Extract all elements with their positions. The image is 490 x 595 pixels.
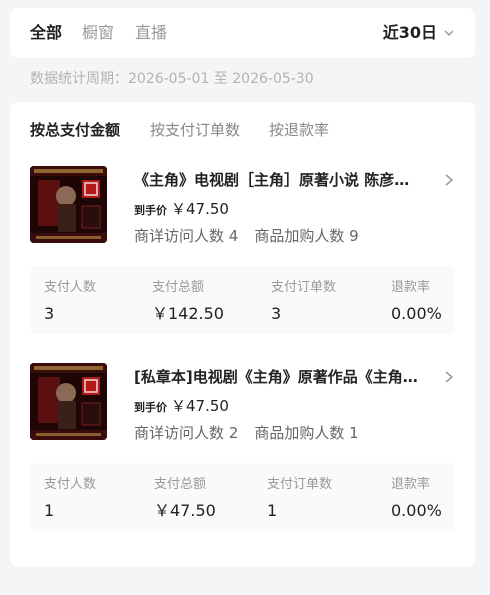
metric-orders: 支付订单数 3 [271, 280, 336, 324]
product-metrics: 支付人数 1 支付总额 ￥47.50 支付订单数 1 退款率 0.00% [30, 463, 455, 531]
metric-label: 支付人数 [44, 477, 97, 492]
metric-payers: 支付人数 1 [44, 477, 96, 521]
metric-refund-rate: 退款率 0.00% [391, 477, 442, 521]
price-value: ￥47.50 [171, 200, 229, 218]
metric-value: 1 [44, 501, 55, 520]
price-row: 到手价 ￥47.50 [134, 396, 229, 418]
detail-visits: 商详访问人数 4 [134, 227, 239, 245]
price-value: ￥47.50 [171, 397, 229, 415]
metric-value: 1 [267, 501, 278, 520]
product-item[interactable]: 《主角》电视剧［主角］原著小说 陈彦著 茅盾文学奖 到手价 ￥47.50 商详访… [30, 166, 455, 346]
product-ranking-card: 按总支付金额 按支付订单数 按退款率 《主角》电视剧［主角］原著小说 陈彦著 茅… [10, 102, 475, 567]
metric-value: 0.00% [391, 304, 442, 323]
metric-value: ￥142.50 [152, 304, 224, 323]
channel-filter-bar: 全部 橱窗 直播 近30日 [10, 8, 475, 58]
price-label: 到手价 [134, 204, 167, 217]
detail-visits: 商详访问人数 2 [134, 424, 239, 442]
visit-stats: 商详访问人数 2 商品加购人数 1 [134, 423, 359, 443]
tab-showcase[interactable]: 橱窗 [82, 23, 114, 43]
metric-label: 支付人数 [44, 280, 97, 295]
stat-period-text: 数据统计周期：2026-05-01 至 2026-05-30 [30, 71, 314, 87]
metric-orders: 支付订单数 1 [267, 477, 332, 521]
chevron-down-icon [444, 30, 454, 36]
metric-value: 3 [44, 304, 55, 323]
metric-label: 支付订单数 [267, 477, 333, 492]
metric-total-payment: 支付总额 ￥142.50 [152, 280, 224, 324]
chevron-right-icon[interactable] [443, 173, 455, 187]
product-title: 《主角》电视剧［主角］原著小说 陈彦著 茅盾文学奖 [134, 171, 419, 189]
product-thumbnail [30, 363, 107, 440]
metric-value: 0.00% [391, 501, 442, 520]
metric-label: 退款率 [391, 477, 431, 492]
metric-value: 3 [271, 304, 282, 323]
chevron-right-icon[interactable] [443, 370, 455, 384]
product-item[interactable]: [私章本]电视剧《主角》原著作品《主角》陈彦 到手价 ￥47.50 商详访问人数… [30, 363, 455, 543]
product-thumbnail [30, 166, 107, 243]
tab-all[interactable]: 全部 [30, 23, 62, 43]
metric-label: 支付订单数 [271, 280, 337, 295]
period-label: 近30日 [382, 23, 437, 42]
metric-total-payment: 支付总额 ￥47.50 [154, 477, 216, 521]
price-label: 到手价 [134, 401, 167, 414]
price-row: 到手价 ￥47.50 [134, 199, 229, 221]
metric-value: ￥47.50 [154, 501, 216, 520]
cart-adds: 商品加购人数 1 [254, 424, 359, 442]
sort-by-total-payment[interactable]: 按总支付金额 [30, 120, 120, 140]
metric-label: 支付总额 [152, 280, 205, 295]
metric-label: 退款率 [391, 280, 431, 295]
product-title: [私章本]电视剧《主角》原著作品《主角》陈彦 [134, 368, 419, 386]
metric-payers: 支付人数 3 [44, 280, 96, 324]
product-metrics: 支付人数 3 支付总额 ￥142.50 支付订单数 3 退款率 0.00% [30, 266, 455, 334]
sort-by-order-count[interactable]: 按支付订单数 [150, 120, 240, 140]
sort-by-refund-rate[interactable]: 按退款率 [269, 120, 329, 140]
tab-live[interactable]: 直播 [135, 23, 167, 43]
period-selector[interactable]: 近30日 [383, 23, 455, 43]
metric-refund-rate: 退款率 0.00% [391, 280, 442, 324]
metric-label: 支付总额 [154, 477, 207, 492]
visit-stats: 商详访问人数 4 商品加购人数 9 [134, 226, 359, 246]
cart-adds: 商品加购人数 9 [254, 227, 359, 245]
